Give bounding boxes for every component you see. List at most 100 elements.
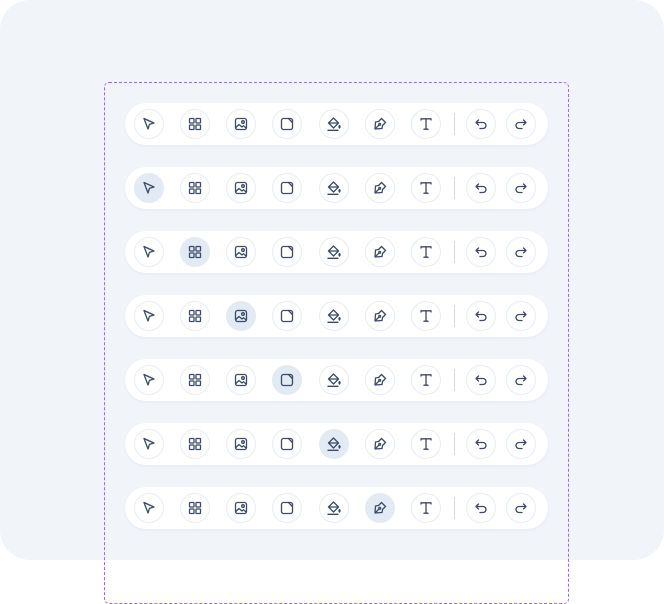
grid-icon	[187, 116, 203, 132]
fill-button[interactable]	[319, 301, 349, 331]
select-button[interactable]	[134, 301, 164, 331]
toolbar	[125, 103, 548, 145]
redo-icon	[513, 436, 529, 452]
undo-icon	[473, 372, 489, 388]
text-button[interactable]	[411, 365, 441, 395]
frame-icon	[279, 436, 295, 452]
paint-bucket-icon	[326, 436, 342, 452]
frame-button[interactable]	[272, 493, 302, 523]
redo-icon	[513, 244, 529, 260]
cursor-arrow-icon	[141, 116, 157, 132]
select-button[interactable]	[134, 173, 164, 203]
paint-bucket-icon	[326, 244, 342, 260]
undo-button[interactable]	[466, 429, 496, 459]
select-button[interactable]	[134, 429, 164, 459]
fill-button[interactable]	[319, 109, 349, 139]
frame-button[interactable]	[272, 429, 302, 459]
frame-icon	[279, 500, 295, 516]
select-button[interactable]	[134, 109, 164, 139]
text-button[interactable]	[411, 109, 441, 139]
paint-bucket-icon	[326, 308, 342, 324]
image-icon	[233, 436, 249, 452]
undo-icon	[473, 116, 489, 132]
pen-button[interactable]	[365, 109, 395, 139]
fill-button[interactable]	[319, 429, 349, 459]
undo-button[interactable]	[466, 301, 496, 331]
redo-icon	[513, 372, 529, 388]
frame-button[interactable]	[272, 173, 302, 203]
components-button[interactable]	[180, 493, 210, 523]
text-button[interactable]	[411, 173, 441, 203]
pen-button[interactable]	[365, 429, 395, 459]
undo-button[interactable]	[466, 173, 496, 203]
toolbar	[125, 295, 548, 337]
image-button[interactable]	[226, 365, 256, 395]
pen-icon	[372, 308, 388, 324]
pen-button[interactable]	[365, 301, 395, 331]
image-button[interactable]	[226, 237, 256, 267]
frame-icon	[279, 244, 295, 260]
fill-button[interactable]	[319, 237, 349, 267]
select-button[interactable]	[134, 237, 164, 267]
components-button[interactable]	[180, 237, 210, 267]
select-button[interactable]	[134, 365, 164, 395]
fill-button[interactable]	[319, 365, 349, 395]
redo-button[interactable]	[506, 493, 536, 523]
fill-button[interactable]	[319, 493, 349, 523]
pen-icon	[372, 116, 388, 132]
select-button[interactable]	[134, 493, 164, 523]
redo-button[interactable]	[506, 173, 536, 203]
redo-icon	[513, 116, 529, 132]
toolbar-separator	[454, 113, 455, 135]
undo-button[interactable]	[466, 109, 496, 139]
frame-button[interactable]	[272, 365, 302, 395]
components-button[interactable]	[180, 365, 210, 395]
redo-button[interactable]	[506, 301, 536, 331]
frame-icon	[279, 116, 295, 132]
pen-button[interactable]	[365, 365, 395, 395]
grid-icon	[187, 436, 203, 452]
frame-button[interactable]	[272, 109, 302, 139]
cursor-arrow-icon	[141, 372, 157, 388]
text-button[interactable]	[411, 237, 441, 267]
redo-button[interactable]	[506, 237, 536, 267]
components-button[interactable]	[180, 173, 210, 203]
redo-button[interactable]	[506, 109, 536, 139]
undo-button[interactable]	[466, 493, 496, 523]
text-button[interactable]	[411, 493, 441, 523]
image-button[interactable]	[226, 429, 256, 459]
text-icon	[418, 372, 434, 388]
undo-button[interactable]	[466, 237, 496, 267]
image-button[interactable]	[226, 109, 256, 139]
fill-button[interactable]	[319, 173, 349, 203]
text-button[interactable]	[411, 429, 441, 459]
image-button[interactable]	[226, 301, 256, 331]
pen-button[interactable]	[365, 237, 395, 267]
components-button[interactable]	[180, 301, 210, 331]
image-icon	[233, 244, 249, 260]
pen-icon	[372, 244, 388, 260]
image-button[interactable]	[226, 493, 256, 523]
toolbar	[125, 423, 548, 465]
components-button[interactable]	[180, 109, 210, 139]
redo-icon	[513, 308, 529, 324]
toolbar-separator	[454, 241, 455, 263]
text-icon	[418, 308, 434, 324]
redo-button[interactable]	[506, 365, 536, 395]
text-icon	[418, 116, 434, 132]
image-button[interactable]	[226, 173, 256, 203]
grid-icon	[187, 308, 203, 324]
redo-button[interactable]	[506, 429, 536, 459]
pen-icon	[372, 372, 388, 388]
pen-button[interactable]	[365, 493, 395, 523]
pen-button[interactable]	[365, 173, 395, 203]
toolbar-separator	[454, 305, 455, 327]
frame-icon	[279, 308, 295, 324]
grid-icon	[187, 500, 203, 516]
frame-button[interactable]	[272, 237, 302, 267]
text-button[interactable]	[411, 301, 441, 331]
components-button[interactable]	[180, 429, 210, 459]
frame-button[interactable]	[272, 301, 302, 331]
undo-icon	[473, 308, 489, 324]
undo-button[interactable]	[466, 365, 496, 395]
